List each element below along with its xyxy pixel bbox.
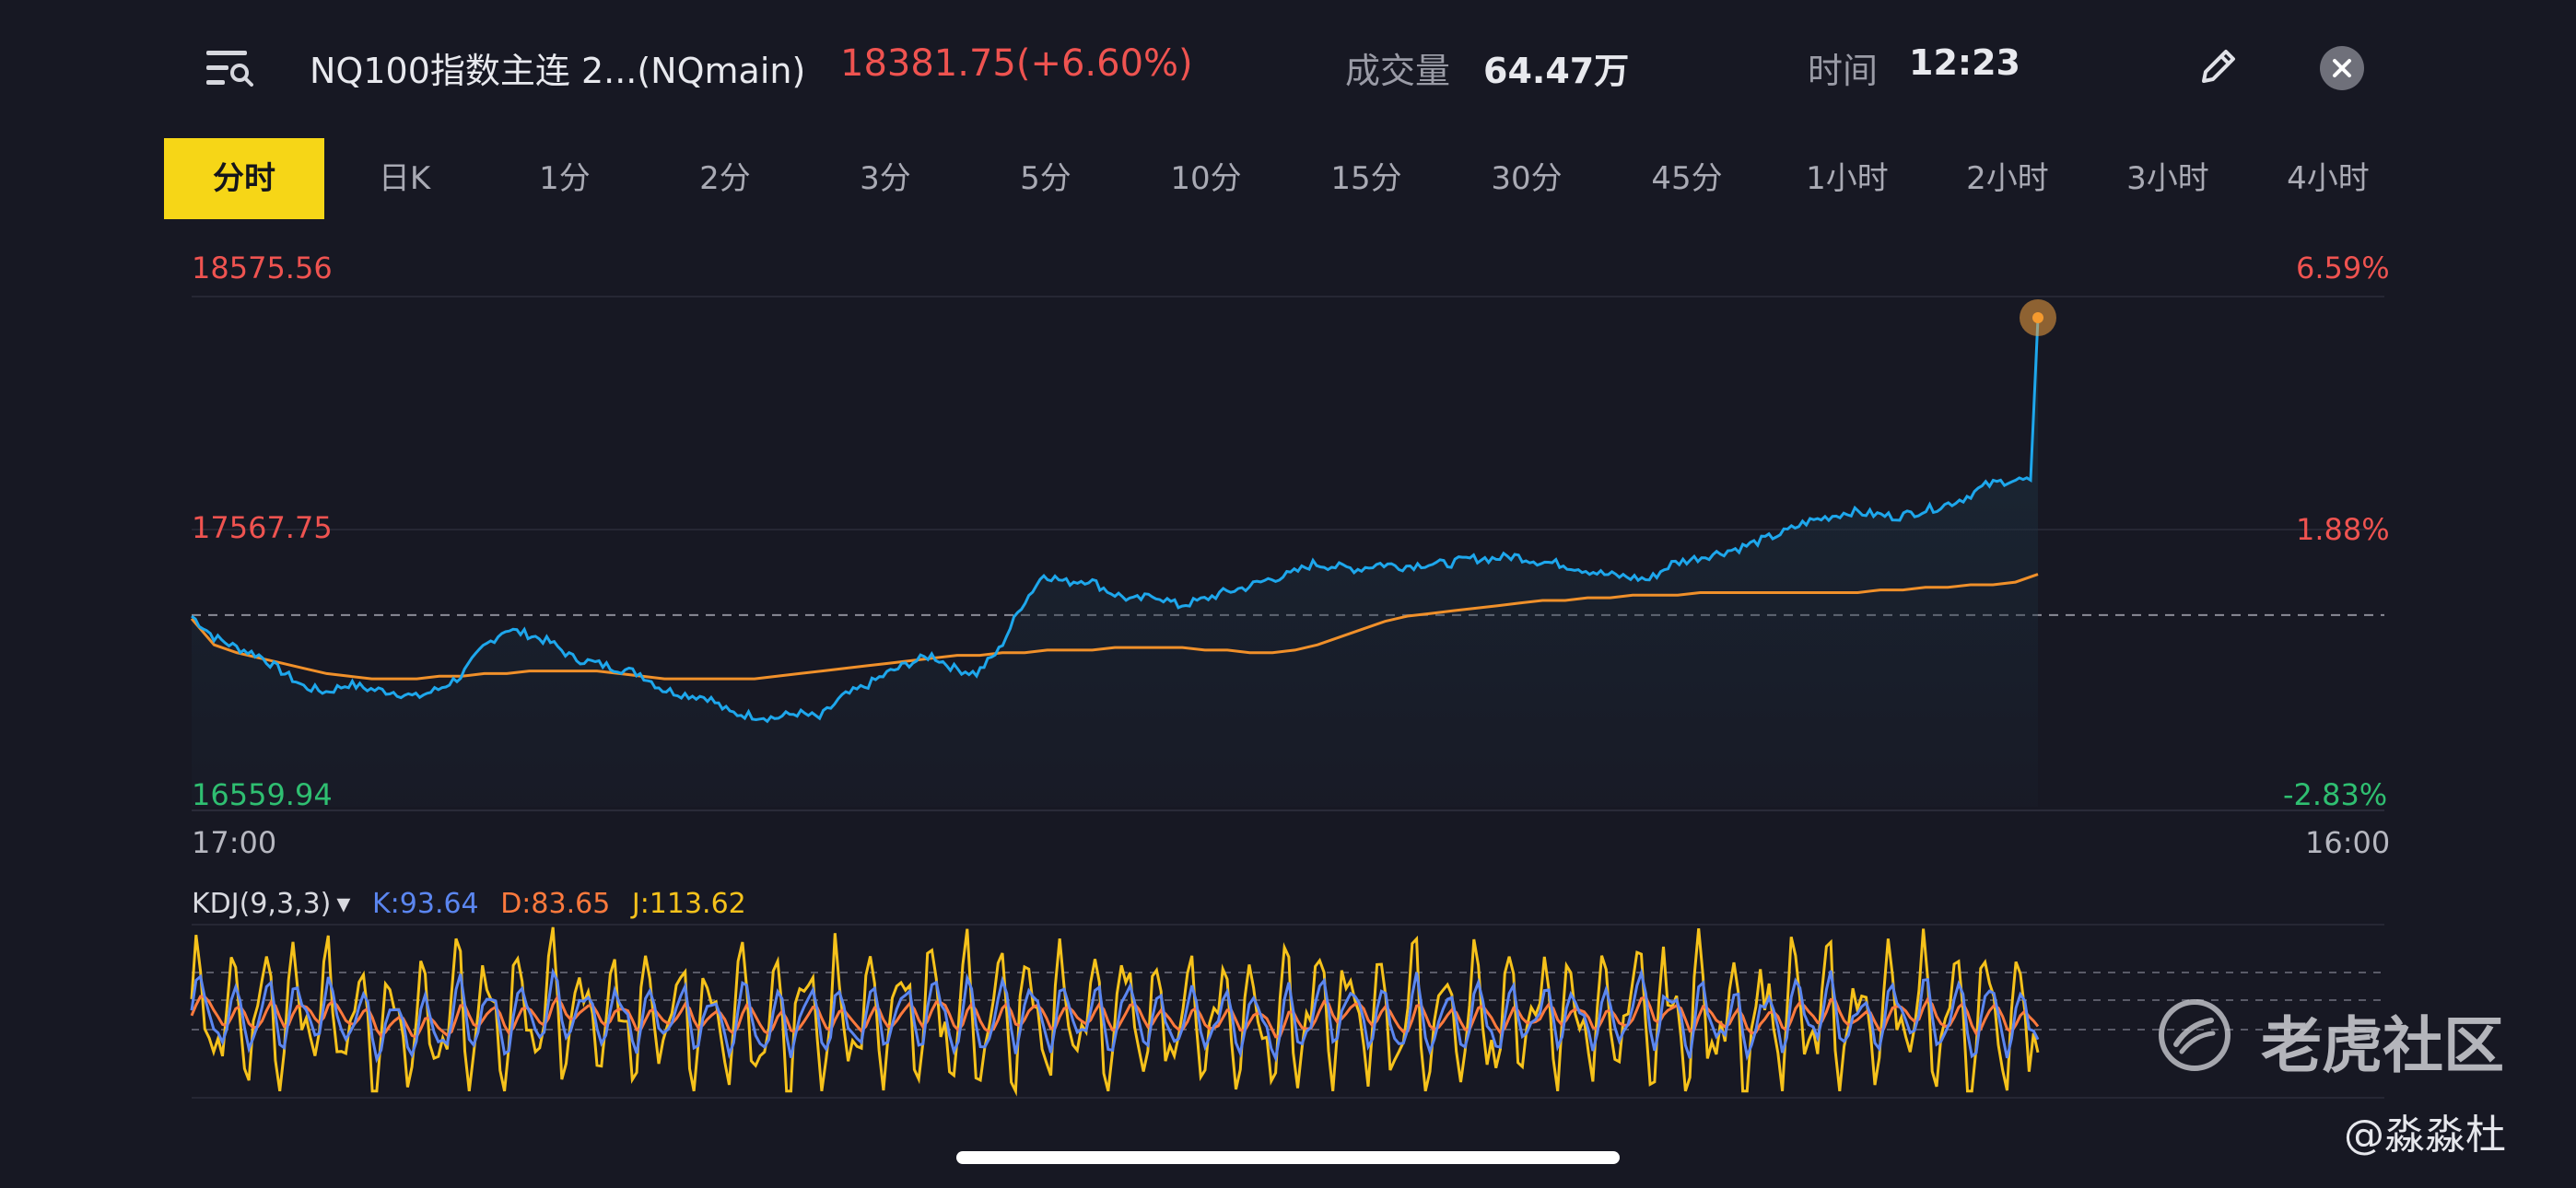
- y-axis-mid: 17567.75: [192, 510, 333, 545]
- pct-axis-mid: 1.88%: [2296, 512, 2390, 547]
- last-price-dot: [2032, 312, 2043, 324]
- watermark-user: @淼淼杜: [2344, 1112, 2506, 1159]
- price-area: [192, 318, 2038, 807]
- pct-axis-high: 6.59%: [2296, 250, 2390, 285]
- chevron-down-icon[interactable]: ▾: [336, 888, 350, 920]
- kdj-indicator-name[interactable]: KDJ(9,3,3): [192, 888, 331, 920]
- tiger-logo-icon: [2159, 999, 2231, 1071]
- kdj-d-value: D:83.65: [500, 888, 611, 920]
- pct-axis-low: -2.83%: [2283, 777, 2388, 812]
- kdj-k-value: K:93.64: [371, 888, 479, 920]
- x-axis-start: 17:00: [192, 825, 277, 860]
- y-axis-low: 16559.94: [192, 777, 333, 812]
- x-axis-end: 16:00: [2305, 825, 2391, 860]
- watermark-brand: 老虎社区: [2261, 1010, 2504, 1081]
- kdj-j-value: J:113.62: [631, 888, 746, 920]
- home-indicator[interactable]: [956, 1151, 1620, 1164]
- y-axis-high: 18575.56: [192, 250, 333, 285]
- kdj-legend[interactable]: KDJ(9,3,3) ▾ K:93.64 D:83.65 J:113.62: [192, 888, 759, 920]
